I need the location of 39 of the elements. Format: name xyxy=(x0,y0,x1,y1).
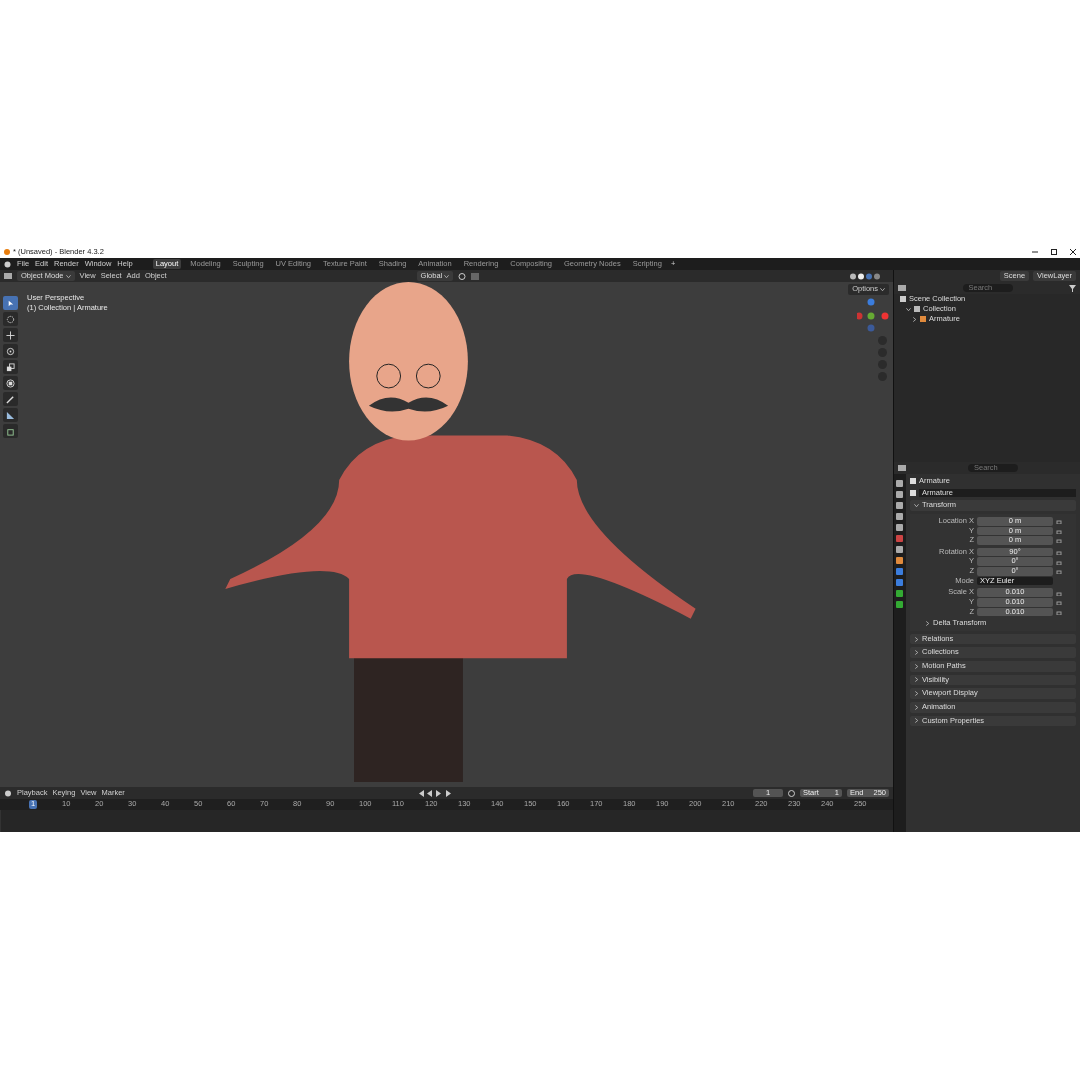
pencil-icon xyxy=(6,394,15,404)
stopwatch-icon xyxy=(788,789,795,797)
tool-button[interactable] xyxy=(3,296,18,310)
minimize-icon xyxy=(1032,249,1038,255)
collection-box-icon xyxy=(900,296,906,302)
tool-button[interactable] xyxy=(3,376,18,390)
rotate-icon xyxy=(6,346,15,356)
armature-icon xyxy=(920,316,926,322)
chevron-right-icon xyxy=(914,691,919,697)
tool-button[interactable] xyxy=(3,392,18,406)
chevron-right-icon xyxy=(914,663,919,669)
axis-gizmo-drawing[interactable] xyxy=(857,298,889,334)
chevron-right-icon xyxy=(914,704,919,710)
tool-button[interactable] xyxy=(3,408,18,422)
tool-button[interactable] xyxy=(3,424,18,438)
tool-button[interactable] xyxy=(3,360,18,374)
chevron-down-icon xyxy=(65,273,71,279)
chevron-right-icon xyxy=(914,718,919,724)
crosshair-circle-icon xyxy=(6,314,15,324)
tool-button[interactable] xyxy=(3,344,18,358)
ruler-icon xyxy=(6,410,15,420)
tool-button[interactable] xyxy=(3,328,18,342)
scale-icon xyxy=(6,362,15,372)
close-icon xyxy=(1070,249,1076,255)
chevron-down-icon[interactable] xyxy=(906,306,911,312)
chevron-right-icon xyxy=(914,650,919,656)
chevron-down-icon xyxy=(444,273,450,279)
chevron-right-icon xyxy=(914,677,919,683)
move-arrows-icon xyxy=(6,330,15,340)
collection-box-icon xyxy=(914,306,920,312)
chevron-right-icon[interactable] xyxy=(912,316,917,322)
chevron-right-icon xyxy=(914,636,919,642)
transform-icon xyxy=(6,378,15,388)
cube-icon xyxy=(6,426,15,436)
chevron-down-icon xyxy=(880,286,885,292)
filter-icon xyxy=(1069,284,1076,292)
cursor-arrow-icon xyxy=(6,298,15,308)
chevron-right-icon xyxy=(925,620,930,626)
maximize-icon xyxy=(1051,249,1057,255)
